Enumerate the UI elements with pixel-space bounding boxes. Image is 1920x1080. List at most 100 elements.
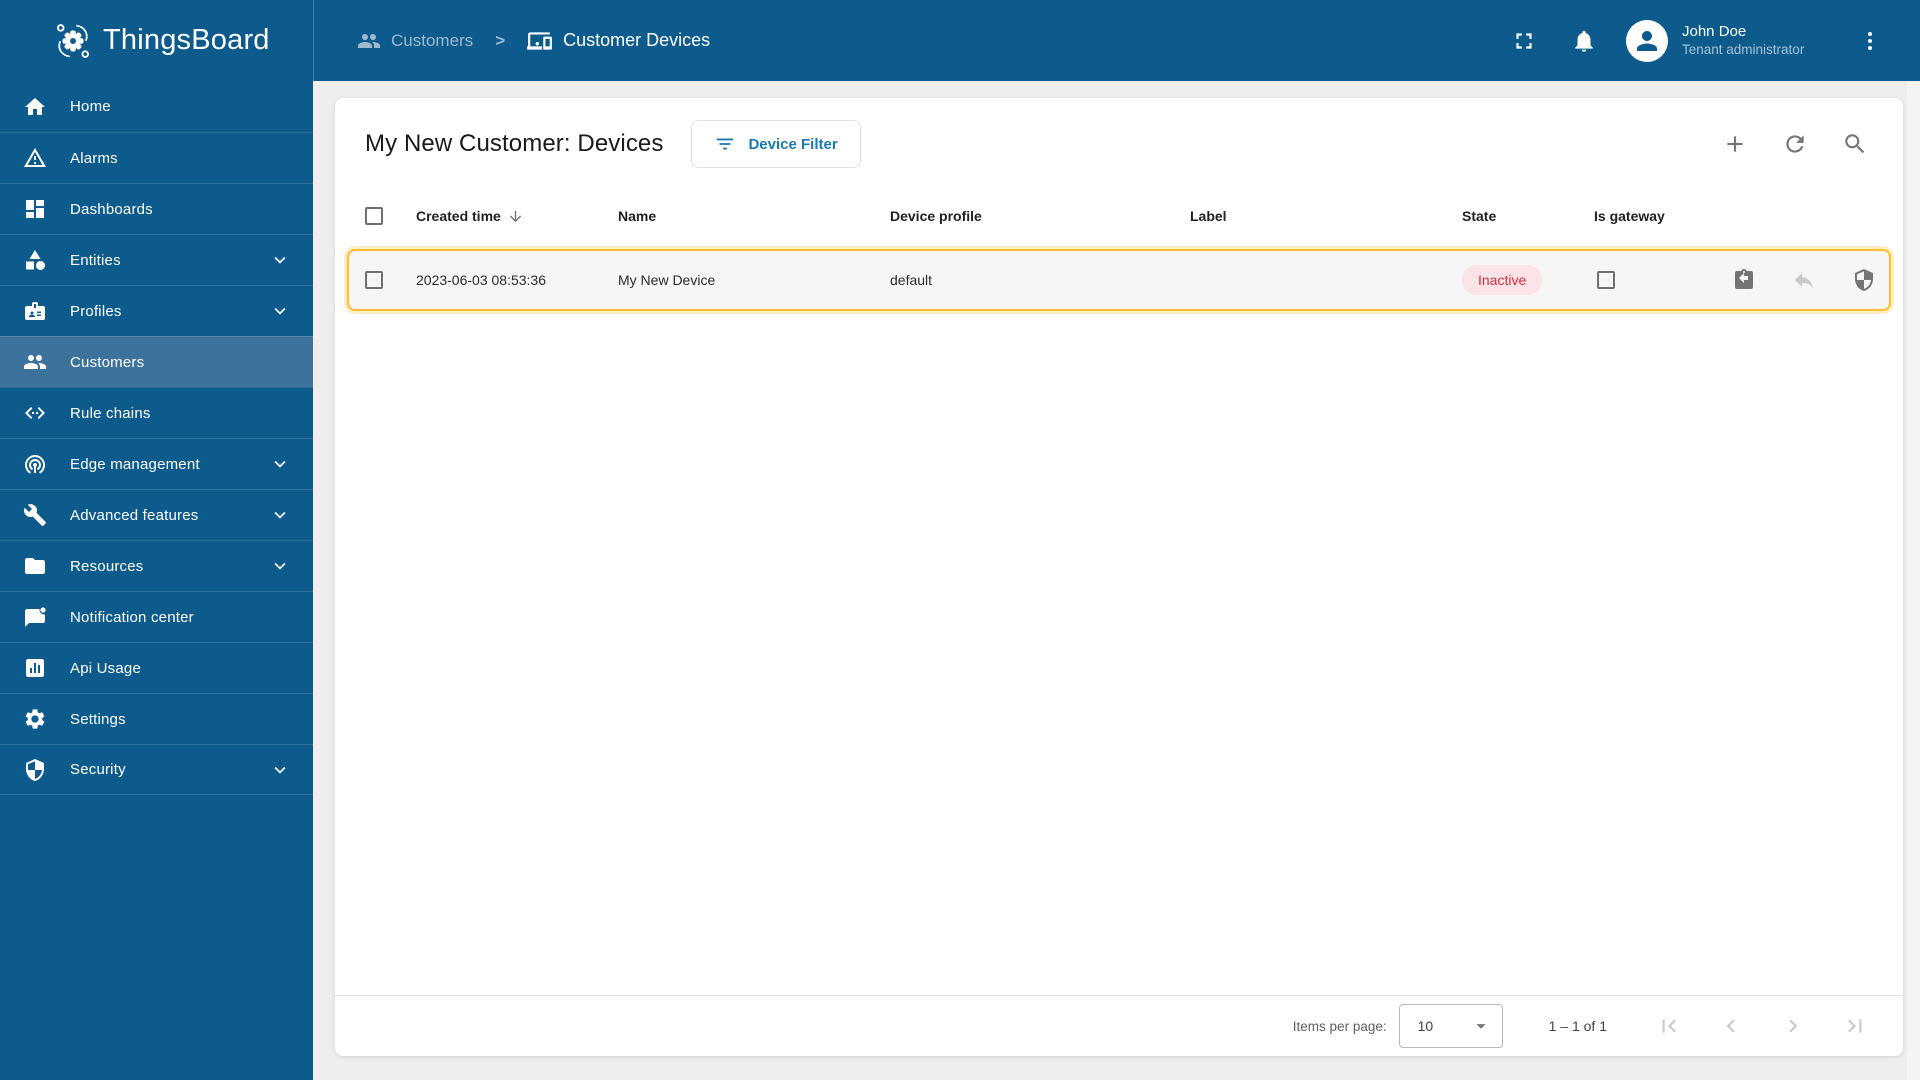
scrollbar-track[interactable] <box>1907 81 1920 1080</box>
gear-icon <box>23 707 47 731</box>
notifications-button[interactable] <box>1564 21 1604 61</box>
first-page-icon <box>1662 1019 1676 1033</box>
sidebar-item-resources[interactable]: Resources <box>0 540 313 591</box>
sidebar-item-advanced-features[interactable]: Advanced features <box>0 489 313 540</box>
column-header-is-gateway[interactable]: Is gateway <box>1581 208 1711 224</box>
row-select-cell <box>349 271 403 289</box>
reply-button[interactable] <box>1784 260 1824 300</box>
next-page-button[interactable] <box>1773 1006 1813 1046</box>
app-logo[interactable]: ThingsBoard <box>0 0 313 81</box>
user-menu-button[interactable] <box>1850 21 1890 61</box>
cell-created-time: 2023-06-03 08:53:36 <box>416 272 546 288</box>
search-button[interactable] <box>1835 124 1875 164</box>
last-page-icon <box>1848 1019 1862 1033</box>
pagination-bar: Items per page: 10 1 – 1 of 1 <box>335 995 1903 1056</box>
chevron-down-icon <box>274 766 286 774</box>
bell-icon <box>1575 30 1593 52</box>
sidebar-item-notification-center[interactable]: Notification center <box>0 591 313 642</box>
avatar[interactable] <box>1626 19 1668 62</box>
is-gateway-checkbox[interactable] <box>1597 271 1615 289</box>
breadcrumb-current: Customer Devices <box>527 28 710 54</box>
user-info[interactable]: John Doe Tenant administrator <box>1682 22 1840 59</box>
row-actions <box>1711 260 1903 300</box>
column-header-device-profile[interactable]: Device profile <box>877 208 1177 224</box>
refresh-button[interactable] <box>1775 124 1815 164</box>
breadcrumb-current-label: Customer Devices <box>563 30 711 50</box>
warning-triangle-icon <box>23 146 47 170</box>
last-page-button[interactable] <box>1835 1006 1875 1046</box>
home-icon <box>23 95 47 119</box>
column-header-state[interactable]: State <box>1449 208 1581 224</box>
search-icon <box>1845 134 1865 154</box>
sidebar-item-dashboards[interactable]: Dashboards <box>0 183 313 234</box>
folder-icon <box>23 554 47 578</box>
sidebar-item-api-usage[interactable]: Api Usage <box>0 642 313 693</box>
user-name: John Doe <box>1682 22 1747 40</box>
assign-return-button[interactable] <box>1724 260 1764 300</box>
column-header-created-time[interactable]: Created time <box>403 208 605 225</box>
sidebar-item-profiles[interactable]: Profiles <box>0 285 313 336</box>
select-all-cell <box>335 207 403 225</box>
breadcrumb-parent-label: Customers <box>391 30 474 50</box>
code-dots-icon <box>23 401 47 425</box>
people-icon <box>23 350 47 374</box>
items-per-page-value: 10 <box>1417 1018 1434 1034</box>
manage-credentials-button[interactable] <box>1844 260 1884 300</box>
sidebar-item-edge-management[interactable]: Edge management <box>0 438 313 489</box>
sort-desc-icon <box>509 210 521 222</box>
dashboard-grid-icon <box>23 197 47 221</box>
reply-icon <box>1795 273 1813 288</box>
sidebar-item-customers[interactable]: Customers <box>0 336 313 387</box>
breadcrumb-customers[interactable]: Customers <box>357 29 473 53</box>
clipboard-return-icon <box>1735 269 1753 289</box>
prev-page-button[interactable] <box>1711 1006 1751 1046</box>
person-icon <box>1637 30 1657 51</box>
badge-icon <box>23 299 47 323</box>
status-badge: Inactive <box>1462 265 1543 295</box>
dropdown-caret-icon <box>1476 1024 1486 1029</box>
bar-chart-icon <box>23 656 47 680</box>
select-all-checkbox[interactable] <box>365 207 383 225</box>
sidebar-item-entities[interactable]: Entities <box>0 234 313 285</box>
sidebar-item-alarms[interactable]: Alarms <box>0 132 313 183</box>
add-icon <box>1727 136 1743 152</box>
sidebar-nav: Home Alarms Dashboards Entities Profiles… <box>0 81 313 1080</box>
pager-controls <box>1649 1006 1875 1046</box>
wrench-icon <box>23 503 47 527</box>
fullscreen-button[interactable] <box>1504 21 1544 61</box>
device-filter-button[interactable]: Device Filter <box>691 120 861 168</box>
user-role: Tenant administrator <box>1682 42 1805 58</box>
column-header-label[interactable]: Label <box>1177 208 1449 224</box>
row-checkbox[interactable] <box>365 271 383 289</box>
sidebar-item-rule-chains[interactable]: Rule chains <box>0 387 313 438</box>
shield-icon <box>1855 269 1873 291</box>
kebab-menu-icon <box>1868 31 1872 50</box>
sidebar-item-security[interactable]: Security <box>0 744 313 795</box>
prev-page-icon <box>1726 1019 1735 1033</box>
pagination-range: 1 – 1 of 1 <box>1548 1018 1607 1034</box>
fullscreen-icon <box>1516 32 1532 49</box>
page-title: My New Customer: Devices <box>365 130 664 157</box>
sidebar-item-settings[interactable]: Settings <box>0 693 313 744</box>
device-filter-label: Device Filter <box>748 135 838 153</box>
first-page-button[interactable] <box>1649 1006 1689 1046</box>
people-icon <box>358 33 380 48</box>
antenna-icon <box>23 452 47 476</box>
next-page-icon <box>1789 1019 1798 1033</box>
chevron-down-icon <box>274 256 286 264</box>
sidebar-item-home[interactable]: Home <box>0 81 313 132</box>
table-row[interactable]: 2023-06-03 08:53:36 My New Device defaul… <box>347 249 1891 311</box>
main-content: My New Customer: Devices Device Filter C… <box>313 81 1920 1080</box>
shapes-icon <box>23 248 47 272</box>
table-body: 2023-06-03 08:53:36 My New Device defaul… <box>347 249 1891 311</box>
add-entity-button[interactable] <box>1715 124 1755 164</box>
column-header-name[interactable]: Name <box>605 208 877 224</box>
cell-state: Inactive <box>1449 265 1581 295</box>
cell-name: My New Device <box>618 272 716 288</box>
chevron-down-icon <box>274 307 286 315</box>
app-name: ThingsBoard <box>103 24 270 56</box>
items-per-page-select[interactable]: 10 <box>1398 1004 1503 1048</box>
table-toolbar <box>1715 124 1875 164</box>
chevron-down-icon <box>274 511 286 519</box>
breadcrumb: Customers > Customer Devices <box>313 0 1504 81</box>
